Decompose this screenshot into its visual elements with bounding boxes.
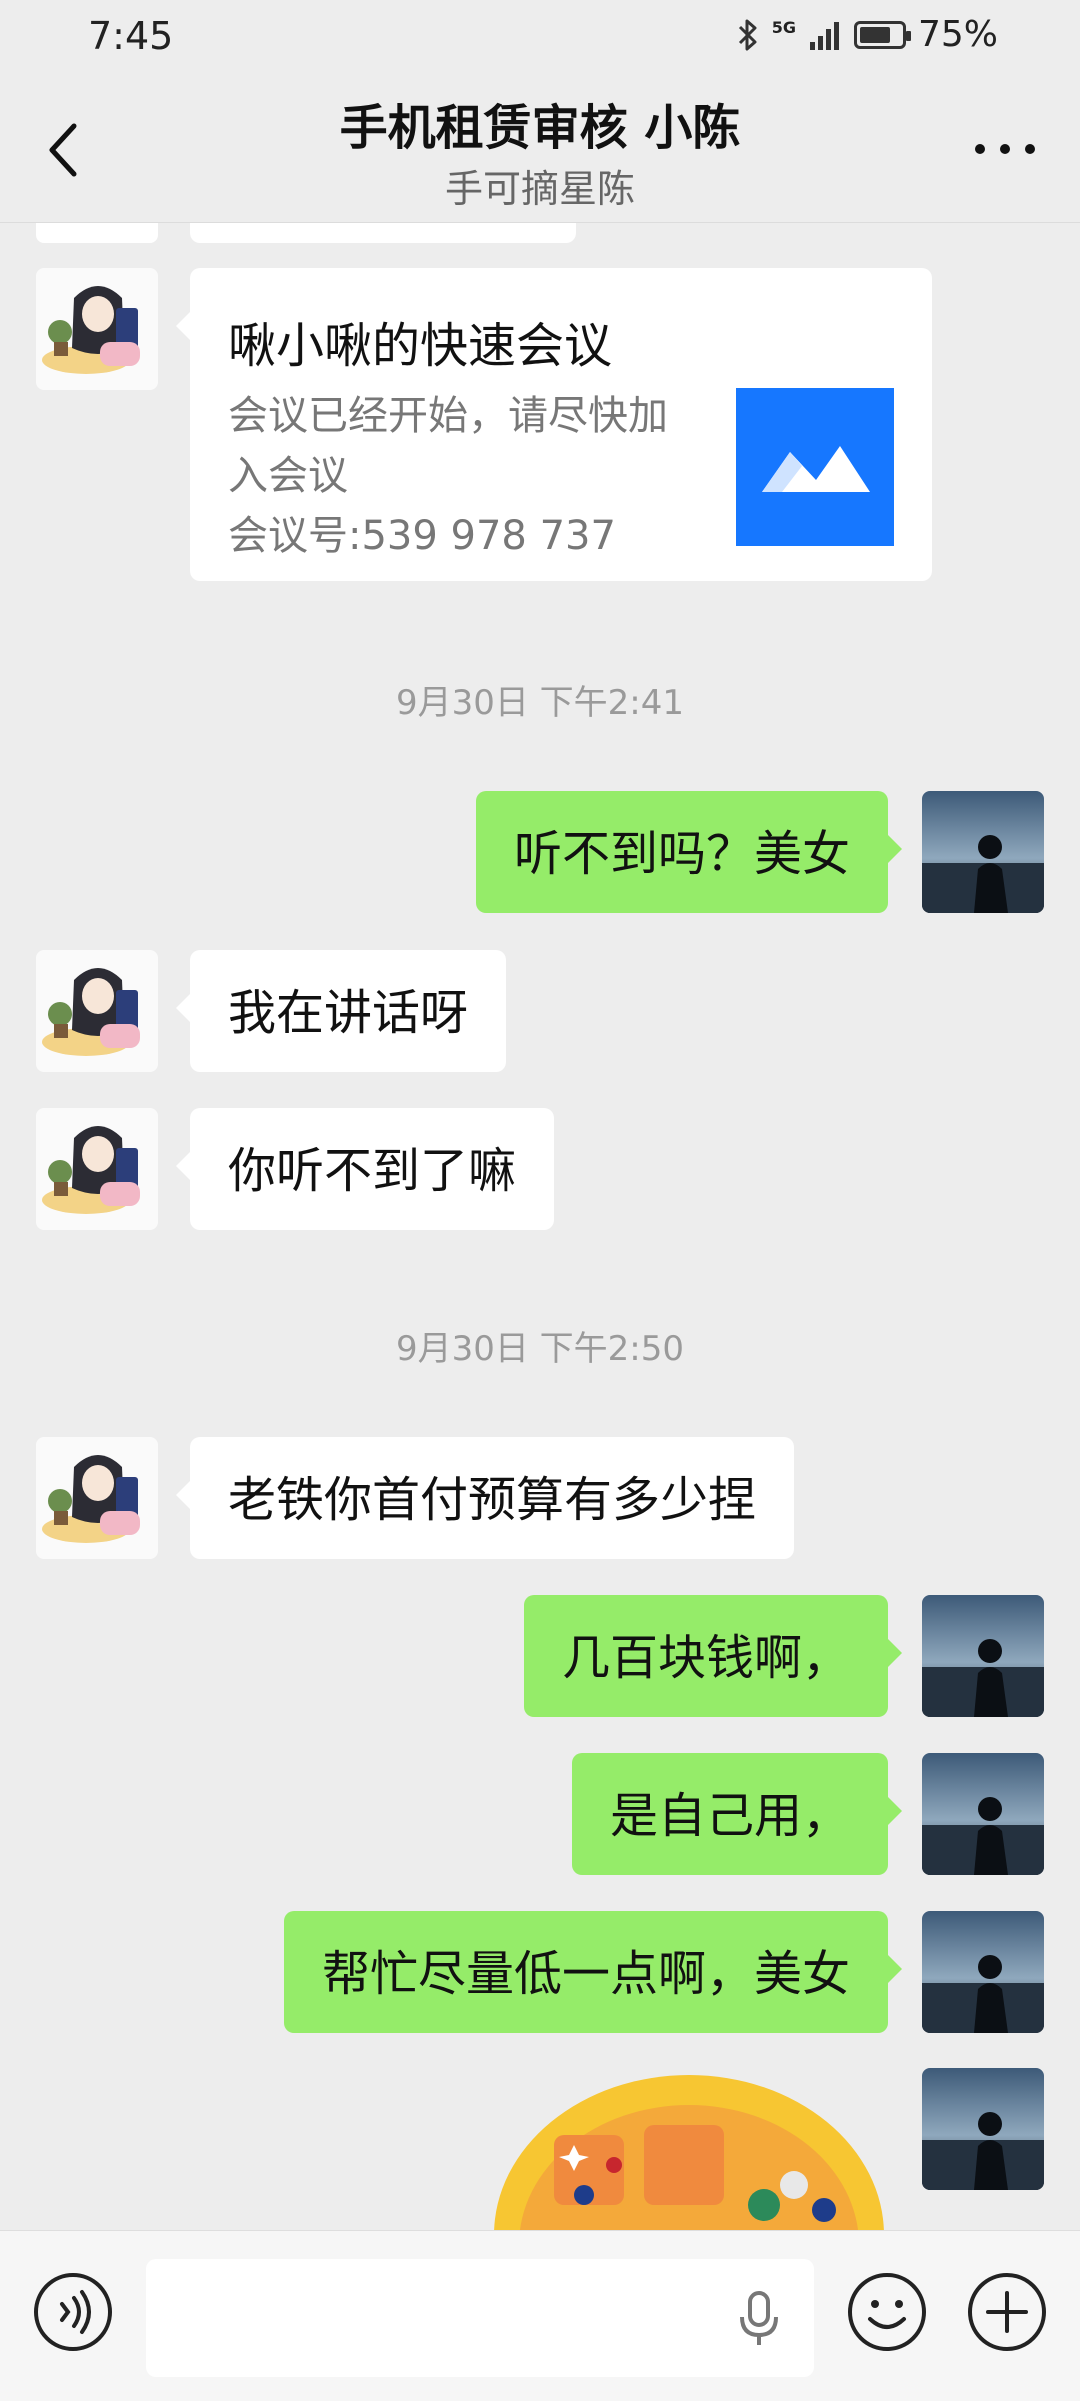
meeting-card-desc-line2: 入会议: [228, 453, 348, 499]
microphone-icon[interactable]: [734, 2289, 784, 2349]
plus-more-icon[interactable]: [966, 2271, 1048, 2353]
my-avatar-image: [922, 1911, 1044, 2033]
battery-icon: [853, 20, 911, 49]
outgoing-message-bubble[interactable]: 几百块钱啊，: [523, 1595, 903, 1717]
incoming-message-bubble[interactable]: 老铁你首付预算有多少捏: [175, 1437, 795, 1559]
bluetooth-icon: [738, 19, 757, 50]
sticker-image[interactable]: [494, 2075, 884, 2230]
contact-avatar-image: [36, 268, 158, 390]
chat-subtitle: 手可摘星陈: [444, 167, 635, 211]
my-avatar[interactable]: [922, 1595, 1044, 1717]
contact-avatar-image: [36, 1437, 158, 1559]
message-text: 老铁你首付预算有多少捏: [228, 1472, 757, 1528]
status-bar: 7:45 5G 75%: [0, 0, 1080, 80]
outgoing-message-bubble[interactable]: 听不到吗？美女: [475, 791, 903, 913]
tencent-meeting-logo-icon: [736, 388, 894, 546]
my-avatar-image: [922, 1753, 1044, 1875]
meeting-card-meeting-id: 会议号:539 978 737: [228, 513, 616, 559]
contact-avatar[interactable]: [36, 1108, 158, 1230]
meeting-invite-card[interactable]: 啾小啾的快速会议 会议已经开始，请尽快加 入会议 会议号:539 978 737: [176, 268, 932, 581]
my-avatar[interactable]: [922, 1753, 1044, 1875]
my-avatar-image: [922, 1595, 1044, 1717]
message-text: 几百块钱啊，: [561, 1630, 850, 1686]
signal-icon: [809, 21, 839, 50]
battery-percent: 75%: [917, 14, 998, 55]
chat-message-list[interactable]: 啾小啾的快速会议 会议已经开始，请尽快加 入会议 会议号:539 978 737…: [0, 223, 1080, 2230]
message-input-field[interactable]: [146, 2259, 814, 2377]
contact-avatar-image: [36, 950, 158, 1072]
network-type: 5G: [771, 18, 796, 37]
status-time: 7:45: [88, 14, 174, 58]
timestamp: 9月30日 下午2:50: [395, 1329, 685, 1369]
message-text: 帮忙尽量低一点啊，美女: [321, 1946, 850, 2002]
my-avatar-image: [922, 791, 1044, 913]
message-text: 你听不到了嘛: [228, 1143, 517, 1199]
contact-avatar[interactable]: [36, 1437, 158, 1559]
incoming-message-bubble[interactable]: 我在讲话呀: [175, 950, 507, 1072]
message-input-bar: [0, 2230, 1080, 2401]
message-text: 听不到吗？美女: [513, 826, 850, 882]
contact-avatar[interactable]: [36, 268, 158, 390]
my-avatar[interactable]: [922, 791, 1044, 913]
outgoing-message-bubble[interactable]: 帮忙尽量低一点啊，美女: [283, 1911, 903, 2033]
outgoing-message-bubble[interactable]: 是自己用，: [571, 1753, 903, 1875]
my-avatar-image: [922, 2068, 1044, 2190]
contact-avatar-image: [36, 1108, 158, 1230]
more-options-icon[interactable]: [970, 124, 1040, 174]
meeting-card-description: 会议已经开始，请尽快加 入会议 会议号:539 978 737: [228, 386, 698, 566]
contact-avatar[interactable]: [36, 950, 158, 1072]
message-text: 我在讲话呀: [228, 985, 469, 1041]
timestamp: 9月30日 下午2:41: [395, 683, 685, 723]
my-avatar[interactable]: [922, 1911, 1044, 2033]
chat-title: 手机租赁审核 小陈: [339, 100, 741, 156]
message-text: 是自己用，: [609, 1788, 850, 1844]
previous-message-avatar-partial: [36, 223, 158, 243]
meeting-card-title: 啾小啾的快速会议: [228, 318, 613, 374]
status-right: 5G 75%: [736, 14, 998, 55]
my-avatar[interactable]: [922, 2068, 1044, 2190]
voice-mode-icon[interactable]: [32, 2271, 114, 2353]
chat-header: 手机租赁审核 小陈 手可摘星陈: [0, 80, 1080, 223]
meeting-card-desc-line1: 会议已经开始，请尽快加: [228, 393, 668, 439]
incoming-message-bubble[interactable]: 你听不到了嘛: [175, 1108, 555, 1230]
emoji-icon[interactable]: [846, 2271, 928, 2353]
previous-message-bubble-partial: [190, 223, 576, 243]
